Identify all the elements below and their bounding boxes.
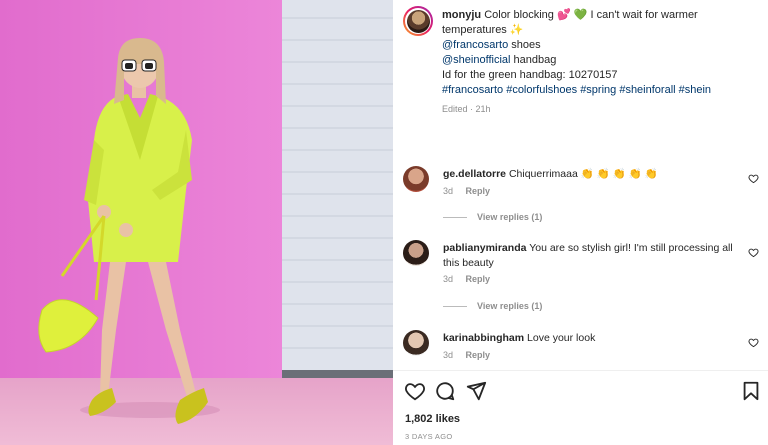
handbag-id-line: Id for the green handbag: 10270157 xyxy=(442,69,618,81)
reply-button[interactable]: Reply xyxy=(466,274,491,284)
bookmark-icon[interactable] xyxy=(740,380,762,402)
mention-sheinofficial[interactable]: @sheinofficial xyxy=(442,54,510,66)
post-date: 3 DAYS AGO xyxy=(405,432,453,441)
author-avatar[interactable] xyxy=(403,6,433,36)
mention-francosarto[interactable]: @francosarto xyxy=(442,39,508,51)
comment-body: ge.dellatorre Chiquerrimaaa 👏 👏 👏 👏 👏 xyxy=(443,167,733,182)
comment-text: Love your look xyxy=(527,332,596,344)
comment-icon[interactable] xyxy=(434,380,456,402)
mention-2-suffix: handbag xyxy=(510,54,557,66)
commenter-username[interactable]: ge.dellatorre xyxy=(443,168,506,180)
commenter-avatar[interactable] xyxy=(403,330,429,356)
post-details-panel: monyju Color blocking 💕 💚 I can't wait f… xyxy=(393,0,768,445)
comment-like-heart-icon[interactable] xyxy=(748,247,759,258)
hashtags[interactable]: #francosarto #colorfulshoes #spring #she… xyxy=(442,83,742,98)
commenter-avatar[interactable] xyxy=(403,240,429,266)
reply-button[interactable]: Reply xyxy=(466,186,491,196)
reply-button[interactable]: Reply xyxy=(466,350,491,360)
post-photo[interactable] xyxy=(0,0,393,445)
comment-body: pablianymiranda You are so stylish girl!… xyxy=(443,241,733,271)
commenter-username[interactable]: karinabbingham xyxy=(443,332,524,344)
comment-item: ge.dellatorre Chiquerrimaaa 👏 👏 👏 👏 👏 3d… xyxy=(403,166,761,226)
view-replies-button[interactable]: View replies (1) xyxy=(443,301,542,311)
comment-text: Chiquerrimaaa 👏 👏 👏 👏 👏 xyxy=(508,168,658,180)
view-replies-label: View replies (1) xyxy=(477,301,543,311)
commenter-username[interactable]: pablianymiranda xyxy=(443,242,526,254)
edited-timestamp: Edited · 21h xyxy=(442,104,491,114)
actions-divider xyxy=(393,370,768,371)
sparkles-emoji: ✨ xyxy=(509,24,524,36)
comment-meta: 3d Reply xyxy=(443,350,490,360)
pink-hearts-emoji: 💕 xyxy=(556,9,571,21)
comment-age: 3d xyxy=(443,274,454,284)
comment-like-heart-icon[interactable] xyxy=(748,173,759,184)
comment-item: pablianymiranda You are so stylish girl!… xyxy=(403,240,761,315)
mention-1-suffix: shoes xyxy=(508,39,541,51)
view-replies-button[interactable]: View replies (1) xyxy=(443,212,542,222)
comment-age: 3d xyxy=(443,186,454,196)
heart-icon[interactable] xyxy=(404,380,426,402)
comment-like-heart-icon[interactable] xyxy=(748,337,759,348)
caption-text: Color blocking xyxy=(484,9,554,21)
post-caption: monyju Color blocking 💕 💚 I can't wait f… xyxy=(442,8,742,117)
author-username[interactable]: monyju xyxy=(442,9,481,21)
commenter-avatar[interactable] xyxy=(403,166,429,192)
comment-body: karinabbingham Love your look xyxy=(443,331,733,346)
share-icon[interactable] xyxy=(465,380,487,402)
post-photo-image xyxy=(0,0,393,445)
likes-count[interactable]: 1,802 likes xyxy=(405,413,460,425)
comment-meta: 3d Reply xyxy=(443,274,490,284)
view-replies-label: View replies (1) xyxy=(477,212,543,222)
green-heart-emoji: 💚 xyxy=(573,9,588,21)
comment-item: karinabbingham Love your look 3d Reply xyxy=(403,330,761,362)
comment-age: 3d xyxy=(443,350,454,360)
comment-meta: 3d Reply xyxy=(443,186,490,196)
